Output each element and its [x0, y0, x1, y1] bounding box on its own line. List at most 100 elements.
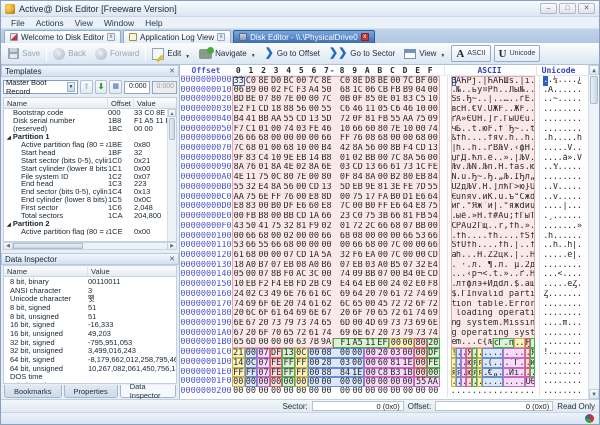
template-row[interactable]: Disk serial number1B8F1 A5 11 EF [4, 117, 176, 125]
hex-byte[interactable]: 81 [364, 115, 377, 125]
hex-byte[interactable]: 8A [308, 163, 321, 173]
hex-byte[interactable]: 41 [245, 115, 258, 125]
hex-byte[interactable]: 61 [308, 329, 321, 339]
hex-byte[interactable]: F7 [232, 125, 245, 135]
hex-byte[interactable]: 74 [427, 329, 440, 339]
hex-byte[interactable]: 46 [351, 105, 364, 115]
hex-byte[interactable]: 00 [377, 251, 390, 261]
ascii-char[interactable]: . [530, 115, 535, 125]
hex-byte[interactable]: 0B [333, 95, 352, 105]
hex-byte[interactable]: 6C [320, 290, 333, 300]
inspector-row[interactable]: 16 bit, unsigned49,203 [4, 329, 176, 338]
hex-byte[interactable]: 00 [402, 241, 415, 251]
hex-byte[interactable]: AA [232, 193, 245, 203]
hex-byte[interactable]: 0C [270, 173, 283, 183]
hex-byte[interactable]: 55 [232, 183, 245, 193]
hex-byte[interactable]: 02 [282, 232, 295, 242]
inspector-row[interactable]: 64 bit, unsigned10,267,082,061,450,756,1… [4, 364, 176, 373]
hex-byte[interactable]: 20 [333, 309, 352, 319]
hex-byte[interactable]: 72 [333, 115, 352, 125]
hex-byte[interactable]: CD [257, 105, 270, 115]
hex-byte[interactable]: 6E [320, 163, 333, 173]
hex-byte[interactable]: B3 [389, 368, 402, 378]
scroll-up-icon[interactable]: ▲ [589, 65, 599, 75]
hex-byte[interactable]: 6F [257, 300, 270, 310]
hex-byte[interactable]: 07 [257, 358, 270, 368]
ascii-char[interactable]: ш [530, 280, 535, 290]
template-row[interactable]: First sector1C62,048 [4, 204, 176, 212]
hex-byte[interactable]: 02 [351, 154, 364, 164]
unicode-char[interactable]: . [577, 358, 582, 368]
hex-byte[interactable]: 00 [389, 338, 402, 348]
hex-byte[interactable]: 20 [232, 309, 245, 319]
hex-byte[interactable]: 00 [308, 241, 321, 251]
hex-byte[interactable]: B4 [320, 144, 333, 154]
hex-byte[interactable]: 00 [351, 377, 364, 387]
move-down-button[interactable]: ⬇ [95, 80, 108, 94]
hex-byte[interactable]: 1B [402, 368, 415, 378]
hex-byte[interactable]: 66 [427, 241, 440, 251]
ascii-char[interactable]: i [530, 290, 535, 300]
tab-close-icon[interactable]: x [107, 33, 115, 41]
hex-byte[interactable]: F2 [257, 280, 270, 290]
scroll-right-icon[interactable]: ▶ [167, 243, 176, 249]
hex-byte[interactable]: 00 [308, 95, 321, 105]
hex-byte[interactable]: 73 [402, 319, 415, 329]
hex-byte[interactable]: B9 [402, 86, 415, 96]
hex-byte[interactable]: FF [295, 368, 308, 378]
hex-byte[interactable]: 66 [270, 241, 283, 251]
hex-byte[interactable]: 68 [389, 222, 402, 232]
hex-byte[interactable]: 00 [364, 348, 377, 358]
hex-byte[interactable]: 00 [257, 387, 270, 397]
hex-byte[interactable]: 0E [377, 95, 390, 105]
hex-byte[interactable]: 88 [320, 368, 333, 378]
hex-byte[interactable]: 32 [414, 261, 427, 271]
unicode-char[interactable]: . [577, 377, 582, 387]
hex-byte[interactable]: 61 [389, 163, 402, 173]
minimize-button[interactable]: – [540, 3, 557, 14]
unicode-char[interactable]: . [577, 173, 582, 183]
maximize-button[interactable]: □ [559, 3, 576, 14]
hex-byte[interactable]: FE [270, 358, 283, 368]
hex-byte[interactable]: 00 [270, 251, 283, 261]
hex-byte[interactable]: 32 [245, 183, 258, 193]
hex-byte[interactable]: 08 [364, 134, 377, 144]
hex-byte[interactable]: C4 [257, 154, 270, 164]
hex-byte[interactable]: FF [245, 368, 258, 378]
hex-byte[interactable]: 20 [377, 329, 390, 339]
hex-byte[interactable]: EB [414, 173, 427, 183]
hex-byte[interactable]: 84 [427, 173, 440, 183]
hex-byte[interactable]: 7C [389, 241, 402, 251]
hex-byte[interactable]: 02 [270, 86, 283, 96]
hex-byte[interactable]: 80 [414, 338, 427, 348]
hex-byte[interactable]: 53 [232, 241, 245, 251]
hex-byte[interactable]: 10 [333, 125, 352, 135]
hex-byte[interactable]: CD [427, 251, 440, 261]
hex-byte[interactable]: 70 [270, 329, 283, 339]
hex-byte[interactable]: 00 [320, 387, 333, 397]
ascii-char[interactable]: d [530, 193, 535, 203]
hex-byte[interactable]: B6 [320, 261, 333, 271]
hex-byte[interactable]: 9E [282, 154, 295, 164]
hex-byte[interactable]: E6 [295, 202, 308, 212]
hex-byte[interactable]: DF [427, 348, 440, 358]
hex-byte[interactable]: 03 [333, 358, 352, 368]
hex-byte[interactable]: B8 [257, 212, 270, 222]
hex-byte[interactable]: 75 [270, 222, 283, 232]
hex-byte[interactable]: 8A [270, 163, 283, 173]
hex-byte[interactable]: 56 [295, 105, 308, 115]
ascii-char[interactable]: f [530, 232, 535, 242]
hex-byte[interactable]: 1A [308, 251, 321, 261]
hex-byte[interactable]: 72 [389, 300, 402, 310]
hex-byte[interactable]: 69 [295, 309, 308, 319]
hex-byte[interactable]: 9E [364, 183, 377, 193]
hex-byte[interactable]: 68 [333, 86, 352, 96]
unicode-char[interactable]: . [577, 212, 582, 222]
unicode-char[interactable]: . [577, 329, 582, 339]
template-row[interactable]: ◢Partition 1 [4, 133, 176, 141]
hex-byte[interactable]: 20 [257, 319, 270, 329]
hex-byte[interactable]: 07 [402, 261, 415, 271]
hex-byte[interactable]: FF [270, 193, 283, 203]
unicode-char[interactable]: . [577, 280, 582, 290]
hex-byte[interactable]: 8A [232, 163, 245, 173]
